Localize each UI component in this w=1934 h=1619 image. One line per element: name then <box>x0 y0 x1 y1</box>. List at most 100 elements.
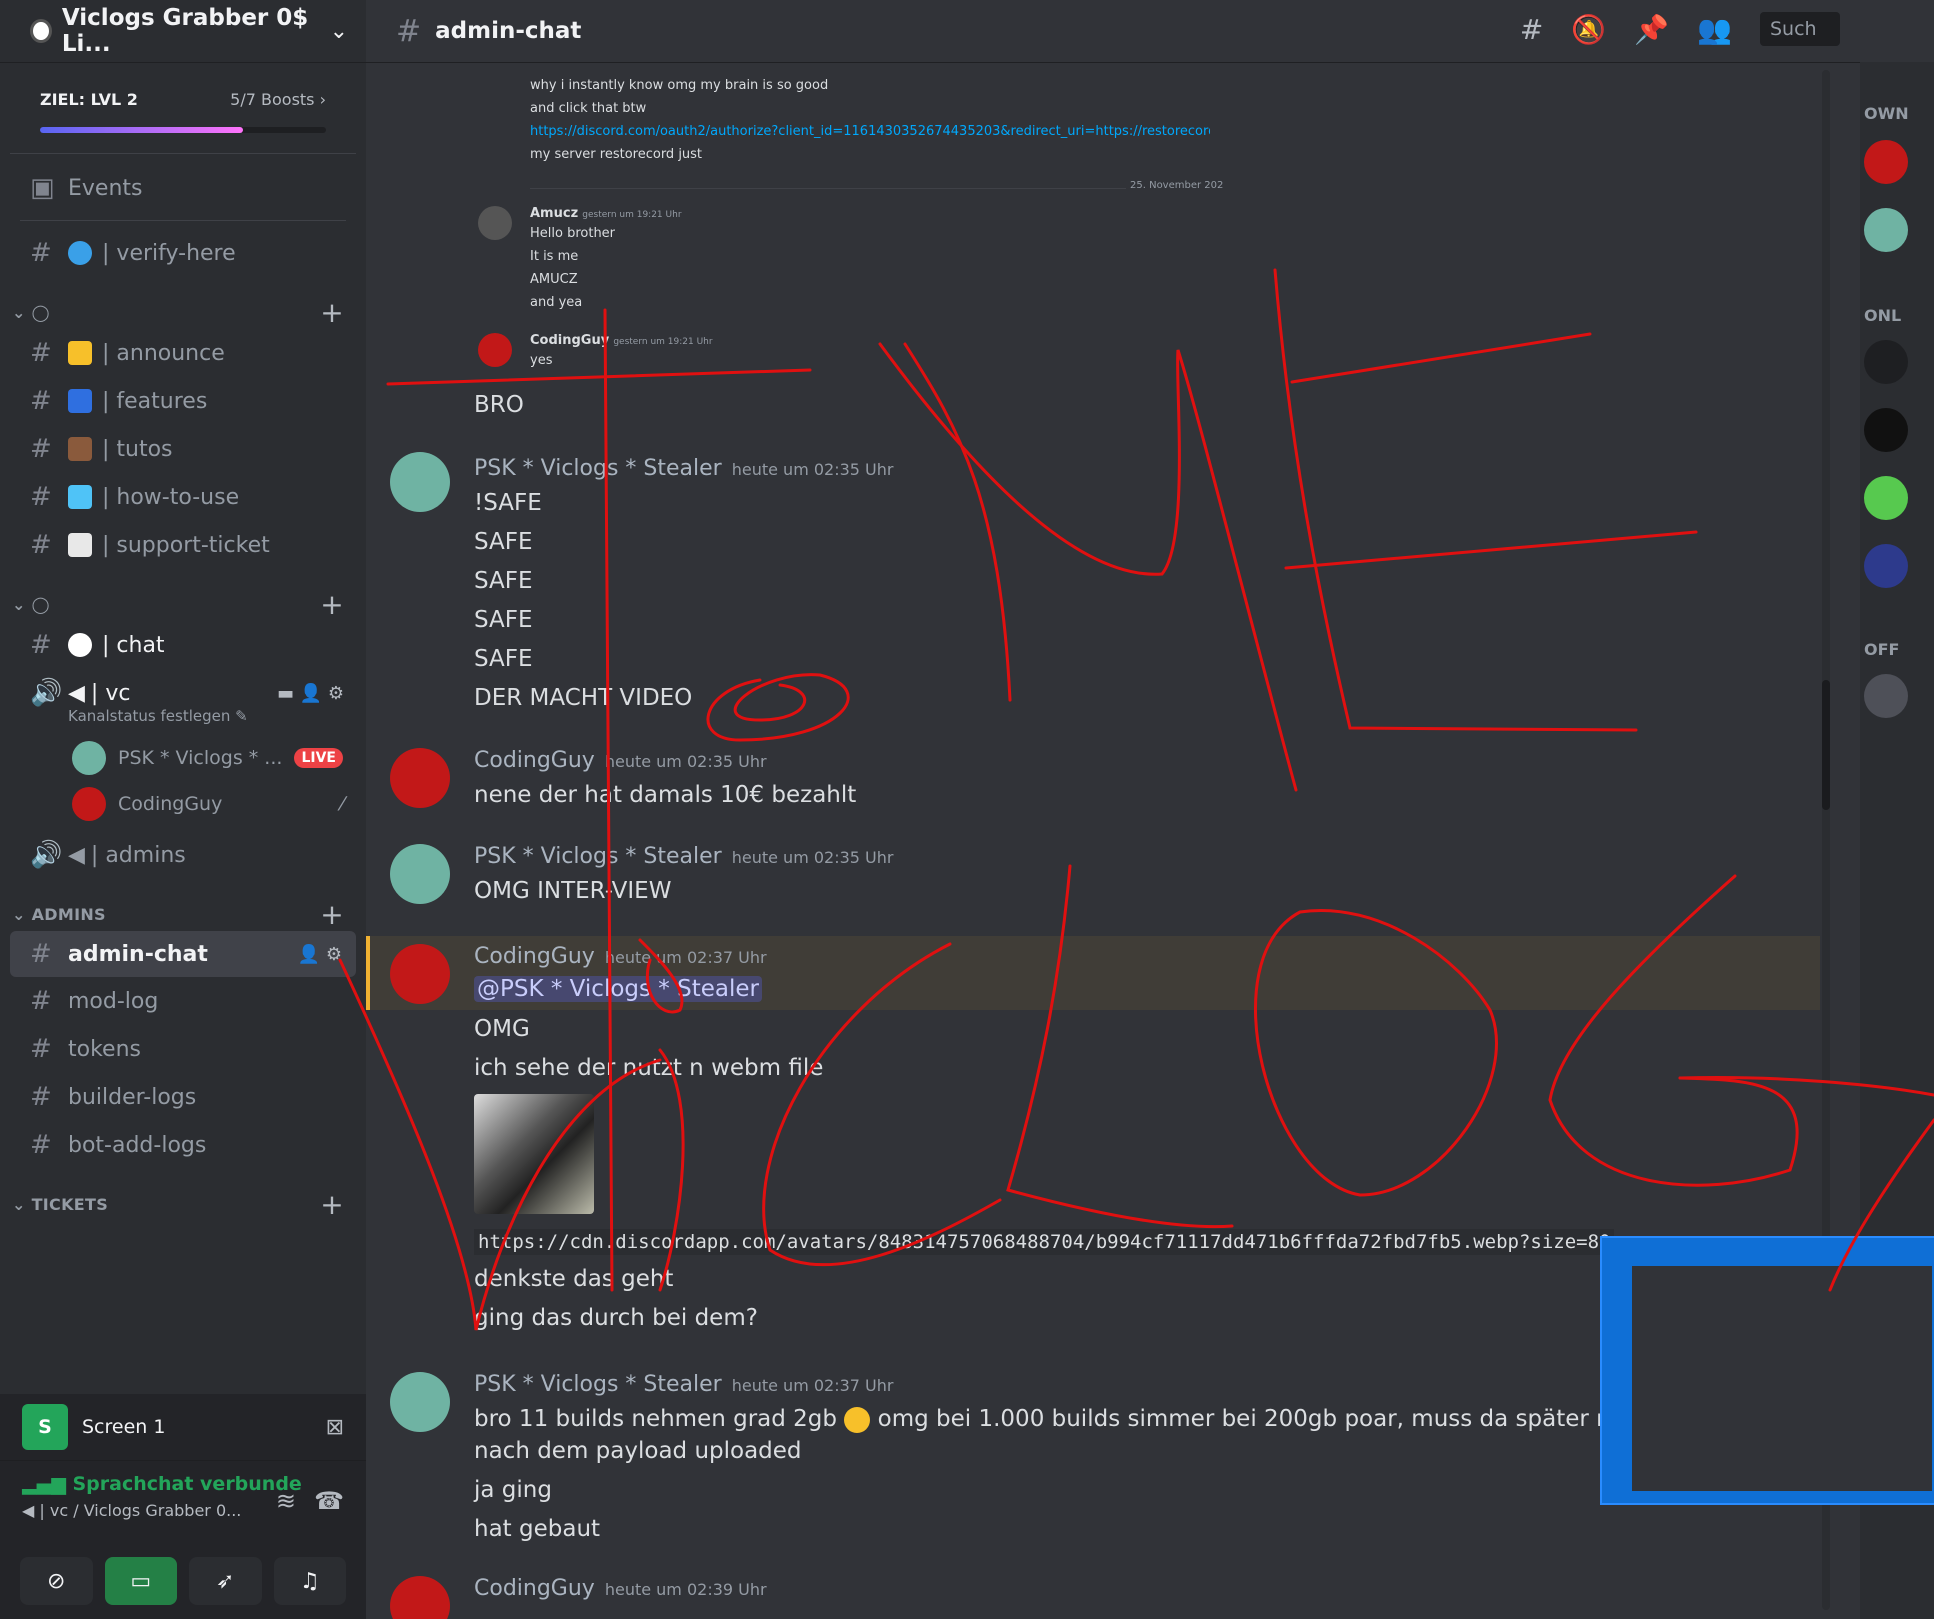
category-unnamed-1[interactable]: ⌄ ◯ + <box>0 295 366 329</box>
chevron-down-icon[interactable]: ⌄ <box>330 19 348 44</box>
category-tickets[interactable]: ⌄ TICKETS + <box>0 1187 366 1221</box>
message-text: bro 11 builds nehmen grad 2gb <box>474 1406 838 1432</box>
activity-button[interactable]: ➶ <box>189 1557 262 1605</box>
author-name[interactable]: CodingGuy <box>474 1576 595 1601</box>
channel-chat[interactable]: # | chat <box>0 621 366 669</box>
channel-admin-chat[interactable]: # admin-chat 👤 ⚙ <box>10 931 356 977</box>
threads-icon[interactable]: # <box>1520 13 1543 46</box>
channel-support-ticket[interactable]: # | support-ticket <box>0 521 366 569</box>
voice-user-psk[interactable]: PSK * Viclogs * ... LIVE <box>0 735 366 781</box>
voice-channel-vc[interactable]: 🔊 ◀ | vc ▬ 👤 ⚙ <box>0 669 366 717</box>
code-url[interactable]: https://cdn.discordapp.com/avatars/84831… <box>474 1229 1615 1255</box>
stop-stream-icon[interactable]: ⊠ <box>326 1415 344 1440</box>
channel-tutos[interactable]: # | tutos <box>0 425 366 473</box>
embedded-link[interactable]: https://discord.com/oauth2/authorize?cli… <box>530 124 1210 139</box>
search-input[interactable]: Such <box>1760 12 1840 46</box>
server-header[interactable]: Viclogs Grabber 0$ Li... ⌄ <box>0 0 366 62</box>
embedded-line: my server restorecord just <box>530 147 703 162</box>
pin-icon[interactable]: 📌 <box>1634 13 1669 46</box>
scrollbar-thumb[interactable] <box>1822 680 1830 810</box>
invite-icon[interactable]: 👤 <box>298 944 320 965</box>
screen-share-row[interactable]: S Screen 1 ⊠ <box>0 1394 366 1461</box>
author-name[interactable]: PSK * Viclogs * Stealer <box>474 844 722 869</box>
screen-share-preview[interactable] <box>1600 1236 1934 1505</box>
events-item[interactable]: ▣ Events <box>0 164 366 212</box>
channel-announce[interactable]: # | announce <box>0 329 366 377</box>
channel-verify-here[interactable]: # | verify-here <box>0 229 366 277</box>
member-avatar[interactable] <box>1864 674 1908 718</box>
author-name[interactable]: CodingGuy <box>474 944 595 969</box>
grin-emoji-icon <box>844 1406 871 1433</box>
timestamp: heute um 02:39 Uhr <box>604 1580 767 1599</box>
screen-label: Screen 1 <box>82 1416 166 1438</box>
members-icon[interactable]: 👥 <box>1697 13 1732 46</box>
soundboard-button[interactable]: ♫ <box>273 1557 346 1605</box>
voice-channel-admins[interactable]: 🔊 ◀ | admins <box>0 831 366 879</box>
live-badge: LIVE <box>294 748 343 768</box>
member-avatar[interactable] <box>1864 140 1908 184</box>
category-admins[interactable]: ⌄ ADMINS + <box>0 897 366 931</box>
avatar[interactable] <box>390 1372 450 1432</box>
chat-icon[interactable]: ▬ <box>277 683 294 704</box>
screen-share-icon: ▭ <box>130 1568 152 1594</box>
rocket-icon: ➶ <box>216 1568 235 1594</box>
server-name[interactable]: Viclogs Grabber 0$ Li... <box>30 5 330 57</box>
timestamp: gestern um 19:21 Uhr <box>582 210 682 220</box>
author-name[interactable]: CodingGuy <box>474 748 595 773</box>
avatar[interactable] <box>390 844 450 904</box>
embedded-line: and click that btw <box>530 101 647 116</box>
camera-off-button[interactable]: ⊘ <box>20 1557 93 1605</box>
channel-tokens[interactable]: # tokens <box>0 1025 366 1073</box>
avatar[interactable] <box>478 333 512 367</box>
speech-bubble-icon <box>68 633 92 657</box>
author-name[interactable]: PSK * Viclogs * Stealer <box>474 1372 722 1397</box>
channel-mod-log[interactable]: # mod-log <box>0 977 366 1025</box>
avatar[interactable] <box>390 452 450 512</box>
member-avatar[interactable] <box>1864 208 1908 252</box>
avatar[interactable] <box>390 748 450 808</box>
mute-notifications-icon[interactable]: 🔕 <box>1571 13 1606 46</box>
preview-content <box>1632 1266 1932 1491</box>
hash-icon: # <box>30 1130 52 1160</box>
avatar[interactable] <box>390 1576 450 1619</box>
gear-icon[interactable]: ⚙ <box>326 944 342 965</box>
image-attachment[interactable] <box>474 1094 594 1214</box>
author-name[interactable]: CodingGuy <box>530 333 609 348</box>
embedded-line: why i instantly know omg my brain is so … <box>530 78 829 93</box>
add-channel-icon[interactable]: + <box>320 588 344 621</box>
boost-progress[interactable]: ZIEL: LVL 2 5/7 Boosts › <box>10 62 356 154</box>
avatar[interactable] <box>390 944 450 1004</box>
voice-user-codingguy[interactable]: CodingGuy ⁄ <box>0 781 366 827</box>
message-line: SAFE <box>474 607 533 633</box>
add-channel-icon[interactable]: + <box>320 1188 344 1221</box>
add-channel-icon[interactable]: + <box>320 296 344 329</box>
member-avatar[interactable] <box>1864 408 1908 452</box>
member-group-online: ONL <box>1864 306 1902 325</box>
channel-bot-add-logs[interactable]: # bot-add-logs <box>0 1121 366 1169</box>
screen-share-button[interactable]: ▭ <box>104 1557 177 1605</box>
channel-features[interactable]: # | features <box>0 377 366 425</box>
hash-icon: # <box>30 986 52 1016</box>
category-unnamed-2[interactable]: ⌄ ◯ + <box>0 587 366 621</box>
message-line: SAFE <box>474 646 533 672</box>
member-avatar[interactable] <box>1864 476 1908 520</box>
channel-how-to-use[interactable]: # | how-to-use <box>0 473 366 521</box>
gear-icon[interactable]: ⚙ <box>328 683 344 704</box>
author-name[interactable]: Amucz <box>530 206 578 221</box>
noise-suppression-icon[interactable]: ≋ <box>276 1487 296 1515</box>
channel-label: announce <box>116 340 225 366</box>
add-channel-icon[interactable]: + <box>320 898 344 931</box>
tv-icon <box>68 437 92 461</box>
message-line: ja ging <box>474 1477 552 1503</box>
channel-builder-logs[interactable]: # builder-logs <box>0 1073 366 1121</box>
user-mention[interactable]: @PSK * Viclogs * Stealer <box>474 976 762 1002</box>
boost-count-link[interactable]: 5/7 Boosts › <box>230 90 326 109</box>
message-line: and yea <box>530 295 583 310</box>
author-name[interactable]: PSK * Viclogs * Stealer <box>474 456 722 481</box>
invite-icon[interactable]: 👤 <box>300 683 322 704</box>
member-avatar[interactable] <box>1864 340 1908 384</box>
disconnect-icon[interactable]: ☎ <box>314 1487 344 1515</box>
member-avatar[interactable] <box>1864 544 1908 588</box>
timestamp: heute um 02:35 Uhr <box>731 460 894 479</box>
avatar[interactable] <box>478 206 512 240</box>
